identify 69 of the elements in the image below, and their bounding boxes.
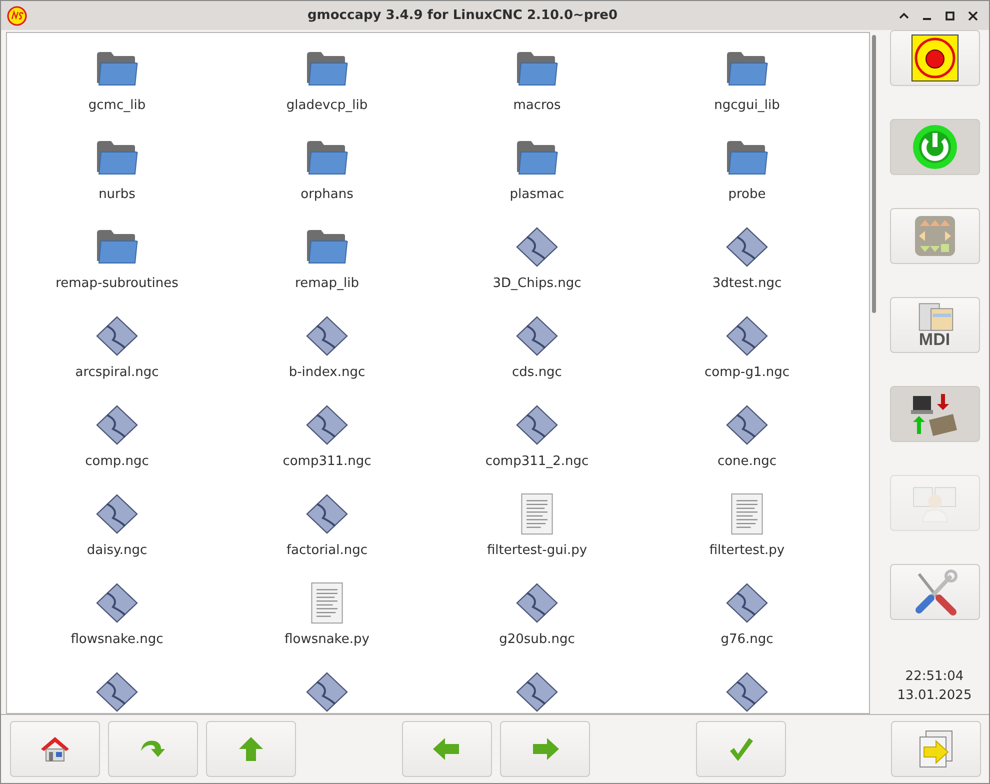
gcode-file-icon[interactable] bbox=[725, 404, 769, 446]
file-name: g76.ngc bbox=[720, 632, 774, 647]
file-name: comp311_2.ngc bbox=[485, 454, 589, 469]
file-name: flowsnake.py bbox=[284, 632, 370, 647]
gcode-file-icon[interactable] bbox=[95, 671, 139, 713]
file-name: g20sub.ngc bbox=[499, 632, 575, 647]
file-name: orphans bbox=[300, 187, 354, 202]
close-icon[interactable] bbox=[967, 10, 979, 22]
home-icon bbox=[39, 735, 71, 763]
gcode-file-icon[interactable] bbox=[305, 493, 349, 535]
file-name: 3D_Chips.ngc bbox=[492, 276, 582, 291]
gcode-file-icon[interactable] bbox=[515, 582, 559, 624]
gcode-file-icon[interactable] bbox=[725, 226, 769, 268]
file-name: remap-subroutines bbox=[56, 276, 178, 291]
mdi-button[interactable]: MDI bbox=[890, 297, 980, 353]
file-name: arcspiral.ngc bbox=[75, 365, 159, 380]
forward-button[interactable] bbox=[500, 721, 590, 777]
file-name: 3dtest.ngc bbox=[712, 276, 782, 291]
file-name: flowsnake.ngc bbox=[70, 632, 164, 647]
file-name: ngcgui_lib bbox=[714, 98, 780, 113]
gcode-file-icon[interactable] bbox=[725, 671, 769, 713]
file-name: filtertest-gui.py bbox=[486, 543, 588, 558]
power-button[interactable] bbox=[890, 119, 980, 175]
gcode-file-icon[interactable] bbox=[305, 315, 349, 357]
file-name: cds.ngc bbox=[512, 365, 562, 380]
gcode-file-icon[interactable] bbox=[515, 671, 559, 713]
back-button[interactable] bbox=[402, 721, 492, 777]
file-name: comp311.ngc bbox=[282, 454, 372, 469]
ok-button[interactable] bbox=[696, 721, 786, 777]
gcode-file-icon[interactable] bbox=[515, 404, 559, 446]
up-button[interactable] bbox=[206, 721, 296, 777]
maximize-icon[interactable] bbox=[944, 10, 956, 22]
file-name: gladevcp_lib bbox=[286, 98, 368, 113]
gcode-file-icon[interactable] bbox=[95, 404, 139, 446]
file-name: comp-g1.ngc bbox=[704, 365, 790, 380]
window-title: gmoccapy 3.4.9 for LinuxCNC 2.10.0~pre0 bbox=[306, 8, 618, 23]
home-button[interactable] bbox=[10, 721, 100, 777]
file-name: b-index.ngc bbox=[288, 365, 366, 380]
gcode-file-icon[interactable] bbox=[725, 582, 769, 624]
gcode-file-icon[interactable] bbox=[725, 315, 769, 357]
gcode-file-icon[interactable] bbox=[305, 404, 349, 446]
file-name: cone.ngc bbox=[717, 454, 777, 469]
emergency-stop-icon bbox=[910, 34, 958, 82]
reload-button[interactable] bbox=[108, 721, 198, 777]
gcode-file-icon[interactable] bbox=[305, 671, 349, 713]
gcode-file-icon[interactable] bbox=[95, 315, 139, 357]
gcode-file-icon[interactable] bbox=[95, 493, 139, 535]
gcode-file-icon[interactable] bbox=[515, 315, 559, 357]
file-name: remap_lib bbox=[295, 276, 359, 291]
settings-button[interactable] bbox=[890, 564, 980, 620]
clock-time: 22:51:04 bbox=[905, 668, 964, 686]
file-name: factorial.ngc bbox=[286, 543, 368, 558]
file-name: daisy.ngc bbox=[86, 543, 148, 558]
gcode-file-icon[interactable] bbox=[515, 226, 559, 268]
next-page-button[interactable] bbox=[891, 721, 981, 777]
file-name: probe bbox=[728, 187, 766, 202]
file-name: comp.ngc bbox=[85, 454, 149, 469]
emergency-stop-button[interactable] bbox=[890, 30, 980, 86]
app-logo-icon bbox=[7, 6, 27, 26]
auto-mode-button[interactable] bbox=[890, 386, 980, 442]
file-name: plasmac bbox=[510, 187, 564, 202]
file-name: gcmc_lib bbox=[88, 98, 146, 113]
file-name: filtertest.py bbox=[709, 543, 785, 558]
gcode-file-icon[interactable] bbox=[95, 582, 139, 624]
file-name: nurbs bbox=[98, 187, 136, 202]
power-icon bbox=[910, 123, 958, 171]
scrollbar-thumb[interactable] bbox=[872, 35, 876, 313]
file-name: macros bbox=[513, 98, 561, 113]
clock-date: 13.01.2025 bbox=[897, 687, 972, 705]
